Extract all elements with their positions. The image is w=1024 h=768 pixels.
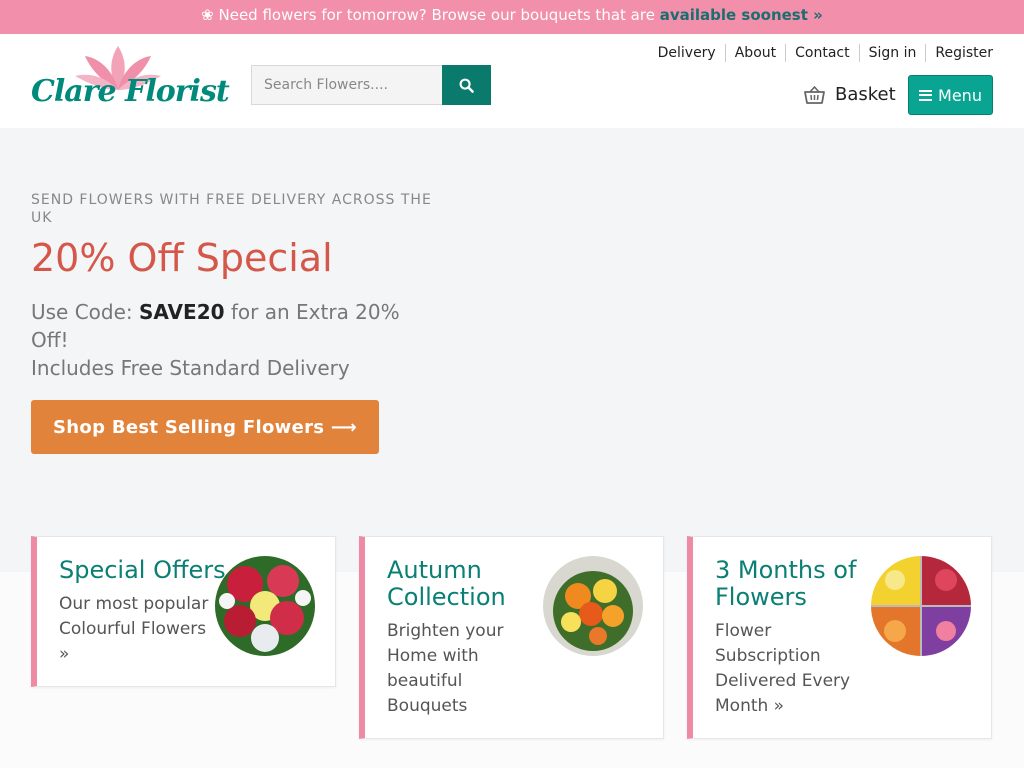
nav-about[interactable]: About [724, 44, 785, 62]
card-description: Brighten your Home with beautiful Bouque… [387, 621, 504, 716]
code-prefix: Use Code: [31, 300, 140, 324]
promo-link[interactable]: available soonest » [660, 6, 823, 24]
card-description: Our most popular Colourful Flowers » [59, 594, 209, 664]
promo-bar: ❀ Need flowers for tomorrow? Browse our … [0, 0, 1024, 34]
top-nav: Delivery About Contact Sign in Register [649, 44, 993, 62]
search-input[interactable] [252, 66, 442, 104]
card-title: 3 Months of Flowers [715, 556, 857, 611]
card-description: Flower Subscription Delivered Every Mont… [715, 621, 851, 716]
header: Clare Florist Delivery About Contact Sig… [0, 34, 1024, 128]
search-box [251, 65, 491, 105]
menu-button[interactable]: Menu [908, 75, 993, 115]
nav-contact[interactable]: Contact [785, 44, 858, 62]
menu-label: Menu [938, 85, 982, 105]
card-autumn-collection[interactable]: Autumn Collection Brighten your Home wit… [359, 536, 664, 739]
hero-kicker: SEND FLOWERS WITH FREE DELIVERY ACROSS T… [31, 192, 432, 226]
logo-text: Clare Florist [31, 74, 230, 109]
card-title: Autumn Collection [387, 556, 506, 611]
hamburger-icon [919, 89, 933, 101]
card-3-months-of-flowers[interactable]: 3 Months of Flowers Flower Subscription … [687, 536, 992, 739]
hero-title: 20% Off Special [31, 236, 333, 280]
promo-code: SAVE20 [139, 300, 225, 324]
hero-subtitle: Use Code: SAVE20 for an Extra 20% Off! I… [31, 298, 431, 382]
basket-label: Basket [835, 84, 896, 105]
card-special-offers[interactable]: Special Offers Our most popular Colourfu… [31, 536, 336, 687]
nav-delivery[interactable]: Delivery [649, 44, 725, 62]
logo[interactable]: Clare Florist [31, 46, 230, 112]
nav-register[interactable]: Register [925, 44, 993, 62]
card-image [871, 556, 971, 656]
search-button[interactable] [442, 65, 491, 105]
card-image [215, 556, 315, 656]
card-image [543, 556, 643, 656]
delivery-line: Includes Free Standard Delivery [31, 356, 350, 380]
nav-sign-in[interactable]: Sign in [858, 44, 926, 62]
basket-icon [804, 85, 825, 104]
shop-best-selling-button[interactable]: Shop Best Selling Flowers ⟶ [31, 400, 379, 454]
search-icon [459, 78, 474, 93]
hero-banner: SEND FLOWERS WITH FREE DELIVERY ACROSS T… [0, 128, 1024, 572]
basket-link[interactable]: Basket [804, 84, 896, 105]
promo-text: ❀ Need flowers for tomorrow? Browse our … [201, 6, 660, 24]
card-title: Special Offers [59, 556, 226, 584]
